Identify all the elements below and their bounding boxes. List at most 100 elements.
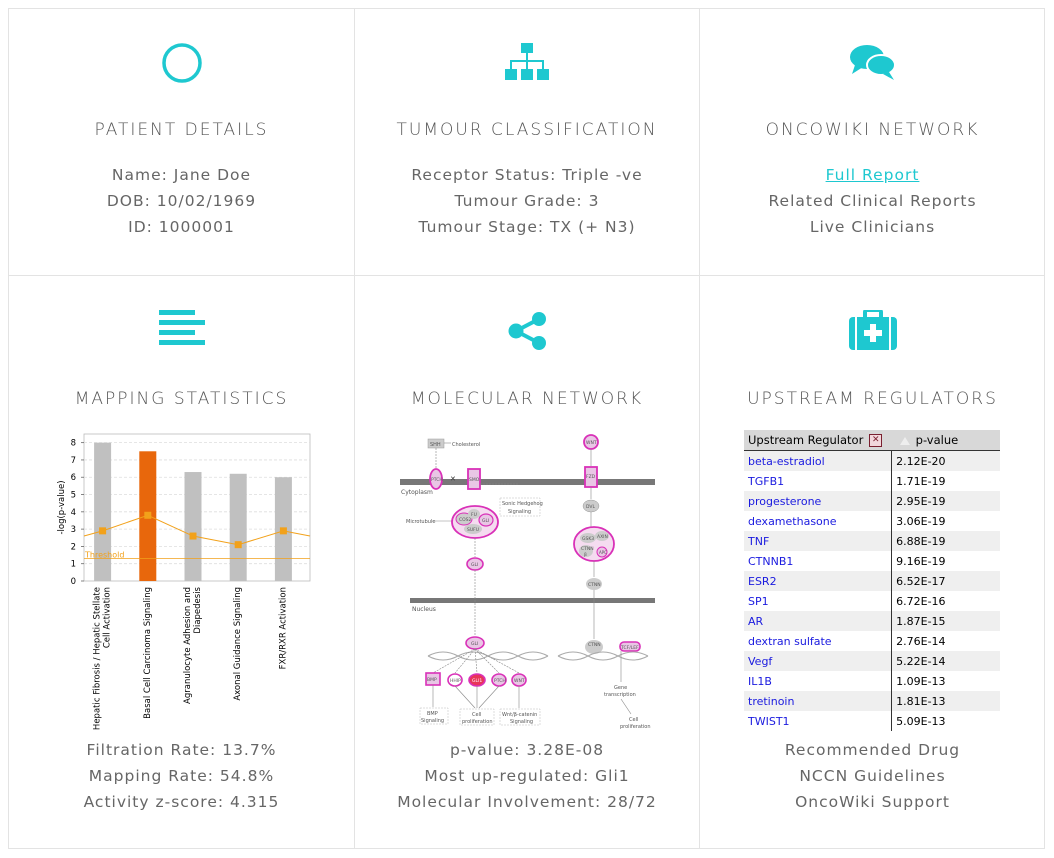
receptor-status: Receptor Status: Triple -ve: [411, 166, 643, 184]
regulator-name[interactable]: ESR2: [744, 571, 892, 591]
table-row[interactable]: TGFB1 1.71E-19: [744, 471, 1000, 491]
cholesterol-node: Cholesterol: [452, 442, 480, 448]
tcf-lef-node: TCF/LEF: [620, 645, 639, 651]
network-pvalue: p-value: 3.28E-08: [449, 741, 605, 759]
patient-dob: DOB: 10/02/1969: [106, 192, 257, 210]
x-category-label: Basal Cell Carcinoma Signaling: [143, 587, 153, 719]
tumour-classification-panel: TUMOUR CLASSIFICATION Receptor Status: T…: [355, 9, 699, 275]
x-category-label: Cell Activation: [103, 587, 113, 648]
regulator-name[interactable]: dexamethasone: [744, 511, 892, 531]
regulator-name[interactable]: beta-estradiol: [744, 450, 892, 471]
cos2-node: COS2: [459, 517, 472, 523]
ctnn-complex-node: CTNN: [581, 546, 594, 552]
regulator-pvalue: 6.52E-17: [891, 571, 1000, 591]
hhip-node: HHIP: [450, 678, 461, 684]
regulator-pvalue: 9.16E-19: [891, 551, 1000, 571]
patient-id: ID: 1000001: [128, 218, 235, 236]
table-row[interactable]: TWIST1 5.09E-13: [744, 711, 1000, 731]
live-clinicians[interactable]: Live Clinicians: [700, 214, 1045, 240]
wnt-signaling-label: Wnt/β-catenin: [502, 712, 537, 718]
table-row[interactable]: TNF 6.88E-19: [744, 531, 1000, 551]
regulator-name[interactable]: tretinoin: [744, 691, 892, 711]
y-tick-label: 4: [71, 508, 76, 518]
sufu-node: SUFU: [467, 527, 479, 533]
chart-bar: [229, 473, 247, 581]
related-clinical-reports[interactable]: Related Clinical Reports: [700, 188, 1045, 214]
table-row[interactable]: IL1B 1.09E-13: [744, 671, 1000, 691]
wnt-nucleus-node: WNT: [514, 678, 525, 684]
oncowiki-network-panel: ONCOWIKI NETWORK Full Report Related Cli…: [700, 9, 1045, 275]
regulator-name[interactable]: TWIST1: [744, 711, 892, 731]
axin-node: AXIN: [597, 534, 608, 540]
patient-details-panel: PATIENT DETAILS Name: Jane Doe DOB: 10/0…: [9, 9, 354, 275]
full-report-link[interactable]: Full Report: [826, 166, 920, 184]
table-row[interactable]: progesterone 2.95E-19: [744, 491, 1000, 511]
share-icon: [507, 312, 547, 354]
regulator-name[interactable]: CTNNB1: [744, 551, 892, 571]
most-upregulated: Most up-regulated: Gli1: [424, 767, 630, 785]
regulator-pvalue: 6.72E-16: [891, 591, 1000, 611]
regulator-pvalue: 2.95E-19: [891, 491, 1000, 511]
table-row[interactable]: SP1 6.72E-16: [744, 591, 1000, 611]
close-icon[interactable]: ✕: [869, 434, 883, 447]
ratio-point: [189, 532, 197, 540]
regulator-pvalue: 5.22E-14: [891, 651, 1000, 671]
molecular-involvement: Molecular Involvement: 28/72: [397, 793, 657, 811]
smo-node: SMO: [469, 477, 480, 483]
table-row[interactable]: dextran sulfate 2.76E-14: [744, 631, 1000, 651]
sitemap-icon: [504, 42, 550, 86]
table-row[interactable]: dexamethasone 3.06E-19: [744, 511, 1000, 531]
regulator-header[interactable]: Upstream Regulator ✕: [744, 430, 892, 451]
regulator-pvalue: 2.12E-20: [891, 450, 1000, 471]
pvalue-header[interactable]: p-value: [891, 430, 1000, 451]
gli-node: GLI: [471, 562, 478, 568]
fzd-node: FZD: [586, 474, 596, 480]
table-row[interactable]: tretinoin 1.81E-13: [744, 691, 1000, 711]
x-category-label: FXR/RXR Activation: [278, 587, 288, 669]
table-row[interactable]: ESR2 6.52E-17: [744, 571, 1000, 591]
panel-title: TUMOUR CLASSIFICATION: [396, 120, 658, 140]
circle-icon: [161, 42, 203, 88]
chart-bar: [94, 442, 112, 581]
table-row[interactable]: beta-estradiol 2.12E-20: [744, 450, 1000, 471]
regulator-name[interactable]: TNF: [744, 531, 892, 551]
bmp-signaling-sub: Signaling: [421, 718, 444, 724]
x-category-label: Axonal Guidance Signaling: [233, 587, 243, 701]
ctnn-node: CTNN: [588, 582, 601, 588]
ratio-point: [234, 541, 242, 549]
y-tick-label: 8: [71, 439, 76, 449]
y-tick-label: 2: [71, 542, 76, 552]
oncowiki-support[interactable]: OncoWiki Support: [700, 789, 1045, 815]
pathway-diagram[interactable]: Cytoplasm Nucleus SHH Cholesterol PTCH ✕…: [398, 432, 658, 732]
bmp-node: BMP: [427, 677, 437, 683]
nccn-guidelines[interactable]: NCCN Guidelines: [700, 763, 1045, 789]
sort-arrow-icon[interactable]: [899, 436, 910, 445]
x-category-label: Diapedesis: [193, 586, 203, 633]
panel-title: UPSTREAM REGULATORS: [747, 389, 998, 409]
y-tick-label: 7: [71, 456, 76, 466]
ptch-nucleus-node: PTCH: [494, 678, 506, 684]
activity-zscore: Activity z-score: 4.315: [83, 793, 280, 811]
regulator-name[interactable]: AR: [744, 611, 892, 631]
y-tick-label: 3: [71, 525, 76, 535]
ptch-node: PTCH: [431, 477, 443, 483]
y-tick-label: 0: [71, 577, 76, 587]
regulator-name[interactable]: dextran sulfate: [744, 631, 892, 651]
table-row[interactable]: AR 1.87E-15: [744, 611, 1000, 631]
regulator-name[interactable]: progesterone: [744, 491, 892, 511]
beta-label: β: [584, 552, 587, 558]
regulator-name[interactable]: SP1: [744, 591, 892, 611]
panel-title: ONCOWIKI NETWORK: [765, 120, 980, 140]
ratio-point: [279, 527, 287, 535]
list-lines-icon: [158, 310, 205, 350]
recommended-drug[interactable]: Recommended Drug: [700, 737, 1045, 763]
regulator-pvalue: 2.76E-14: [891, 631, 1000, 651]
transcription-label: transcription: [604, 692, 636, 698]
regulator-name[interactable]: Vegf: [744, 651, 892, 671]
x-category-label: Agranulocyte Adhesion and: [183, 587, 193, 704]
regulator-name[interactable]: IL1B: [744, 671, 892, 691]
regulator-name[interactable]: TGFB1: [744, 471, 892, 491]
table-row[interactable]: CTNNB1 9.16E-19: [744, 551, 1000, 571]
mapping-rate: Mapping Rate: 54.8%: [88, 767, 275, 785]
table-row[interactable]: Vegf 5.22E-14: [744, 651, 1000, 671]
